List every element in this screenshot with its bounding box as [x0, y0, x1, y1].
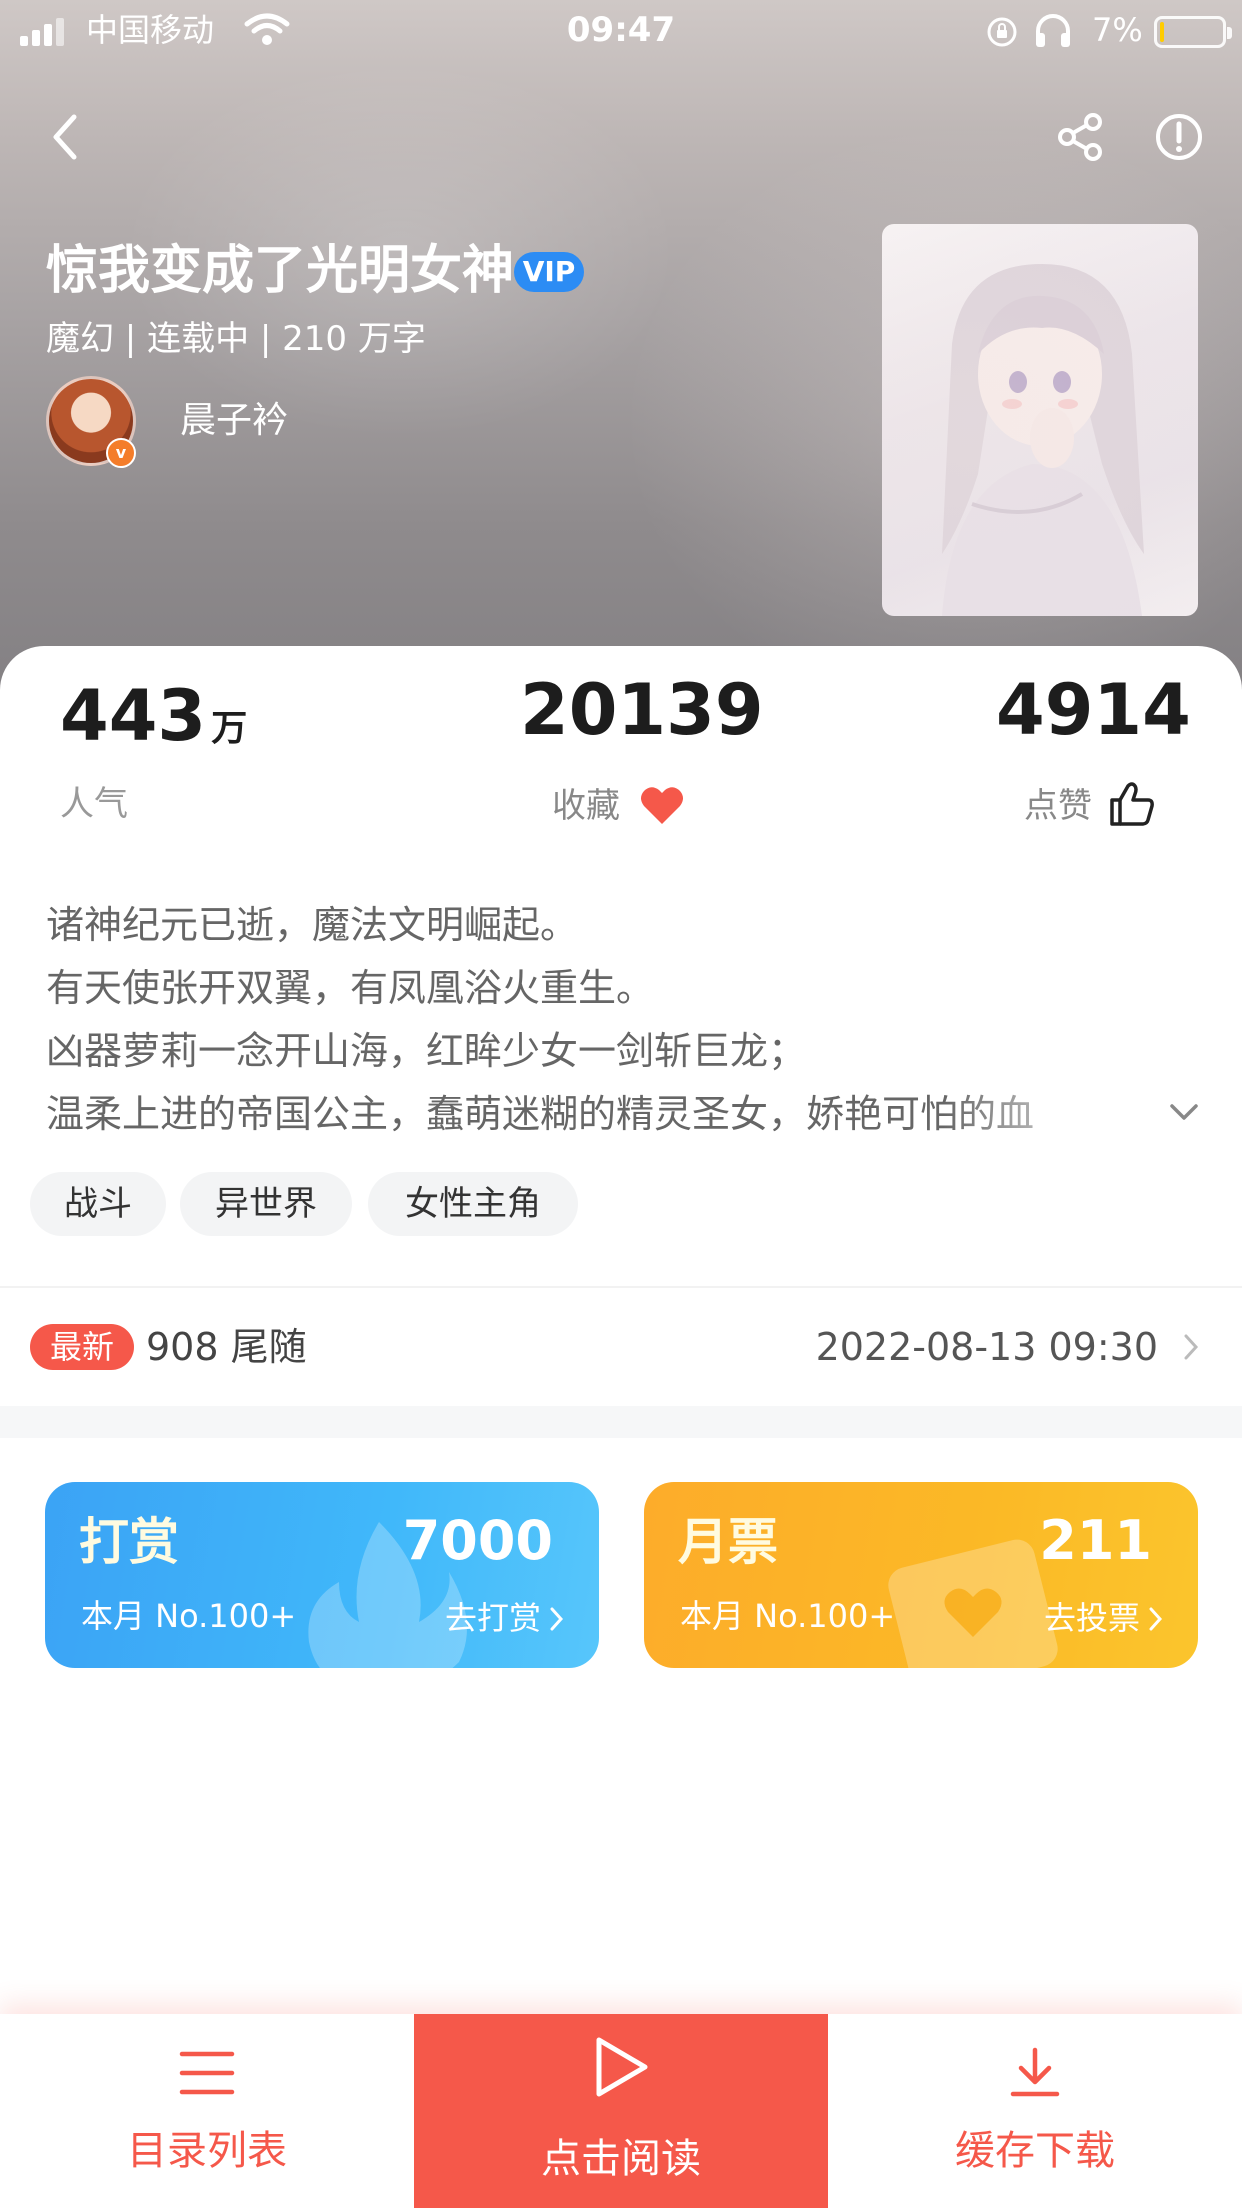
- catalog-button[interactable]: 目录列表: [0, 2014, 414, 2208]
- popularity-unit: 万: [211, 708, 248, 749]
- back-button[interactable]: [30, 102, 100, 172]
- headphone-icon: [1036, 14, 1070, 47]
- synopsis[interactable]: 诸神纪元已逝，魔法文明崛起。 有天使张开双翼，有凤凰浴火重生。 凶器萝莉一念开山…: [46, 894, 1196, 1146]
- read-label: 点击阅读: [541, 2136, 701, 2182]
- book-cover[interactable]: [882, 224, 1198, 616]
- latest-chapter-title: 908 尾随: [146, 1325, 307, 1369]
- ticket-card-title: 月票: [678, 1513, 778, 1571]
- download-button[interactable]: 缓存下载: [828, 2014, 1242, 2208]
- catalog-label: 目录列表: [127, 2128, 287, 2174]
- tip-card-title: 打赏: [79, 1513, 179, 1571]
- ticket-card-rank: 本月 No.100+: [680, 1597, 896, 1635]
- download-icon: [1010, 2047, 1060, 2097]
- cover-illustration: [942, 264, 1144, 616]
- tag-chip[interactable]: 女性主角: [368, 1172, 578, 1236]
- latest-chapter-time: 2022-08-13 09:30: [815, 1325, 1158, 1369]
- favorites-label: 收藏: [552, 786, 620, 826]
- rotation-lock-icon: [987, 17, 1017, 47]
- book-header: 中国移动 09:47 7% 惊我变成了光明女神 VIP 魔幻 | 连载中 | 2…: [0, 0, 1242, 700]
- ticket-card-value: 211: [1039, 1509, 1152, 1572]
- popularity-stat: 443 万 人气: [60, 675, 248, 824]
- share-button[interactable]: [1046, 102, 1116, 172]
- battery-percent: 7%: [1092, 11, 1143, 49]
- synopsis-line: 凶器萝莉一念开山海，红眸少女一剑斩巨龙；: [46, 1029, 807, 1073]
- chevron-down-icon[interactable]: [1166, 1098, 1202, 1126]
- tip-action-button[interactable]: 去打赏: [445, 1596, 541, 1640]
- report-button[interactable]: [1144, 102, 1214, 172]
- divider: [0, 1286, 1242, 1288]
- list-icon: [179, 2051, 235, 2095]
- play-icon: [596, 2037, 648, 2097]
- chevron-right-icon: [1149, 1607, 1163, 1631]
- chevron-right-icon: [1184, 1334, 1199, 1360]
- download-label: 缓存下载: [955, 2128, 1115, 2174]
- tip-card-value: 7000: [402, 1509, 553, 1572]
- share-icon: [1058, 113, 1102, 161]
- synopsis-line: 诸神纪元已逝，魔法文明崛起。: [46, 903, 579, 947]
- heart-icon[interactable]: [638, 782, 686, 828]
- bottom-action-bar: 目录列表 点击阅读 缓存下载: [0, 2014, 1242, 2208]
- likes-label: 点赞: [1024, 786, 1092, 826]
- read-button[interactable]: 点击阅读: [414, 2014, 828, 2208]
- chevron-left-icon: [53, 114, 77, 160]
- tip-card[interactable]: 打赏 7000 本月 No.100+ 去打赏: [45, 1482, 599, 1668]
- monthly-ticket-card[interactable]: 月票 211 本月 No.100+ 去投票: [644, 1482, 1198, 1668]
- exclamation-circle-icon: [1156, 114, 1202, 160]
- popularity-value: 443: [60, 675, 207, 757]
- favorites-stat: 20139: [520, 670, 764, 750]
- likes-stat: 4914: [996, 670, 1191, 750]
- book-meta: 魔幻 | 连载中 | 210 万字: [46, 319, 426, 359]
- synopsis-line: 有天使张开双翼，有凤凰浴火重生。: [46, 966, 655, 1010]
- tag-chip[interactable]: 异世界: [180, 1172, 352, 1236]
- chevron-right-icon: [550, 1607, 564, 1631]
- author-name[interactable]: 晨子衿: [180, 396, 288, 446]
- vote-action-button[interactable]: 去投票: [1044, 1596, 1140, 1640]
- battery-level-fill: [1160, 22, 1164, 42]
- status-bar: 中国移动 09:47 7%: [0, 0, 1242, 62]
- likes-value: 4914: [996, 669, 1191, 751]
- popularity-label: 人气: [60, 784, 128, 824]
- latest-badge: 最新: [30, 1324, 134, 1370]
- section-divider: [0, 1406, 1242, 1438]
- synopsis-line: 温柔上进的帝国公主，蠢萌迷糊的精灵圣女，娇艳可怕的血: [46, 1092, 1035, 1136]
- tag-chip[interactable]: 战斗: [30, 1172, 166, 1236]
- verified-badge-icon: v: [106, 438, 136, 468]
- thumbs-up-icon[interactable]: [1108, 780, 1156, 828]
- favorites-value: 20139: [520, 669, 764, 751]
- vip-badge: VIP: [514, 252, 584, 292]
- book-title: 惊我变成了光明女神: [46, 241, 515, 301]
- tip-card-rank: 本月 No.100+: [81, 1597, 297, 1635]
- battery-icon: [1154, 16, 1232, 48]
